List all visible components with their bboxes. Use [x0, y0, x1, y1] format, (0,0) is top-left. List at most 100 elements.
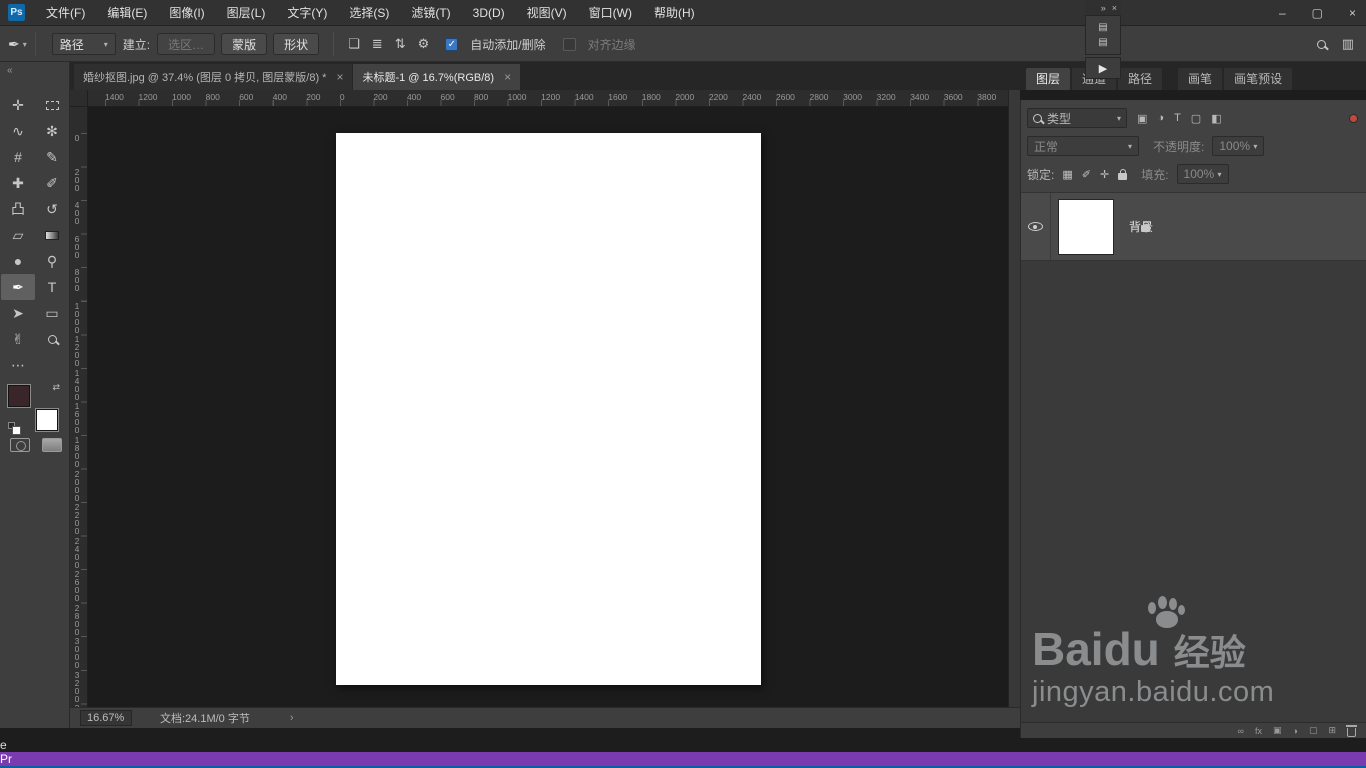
gradient-tool[interactable]: [35, 222, 69, 248]
filter-shape-layers-icon[interactable]: ▢: [1191, 112, 1201, 125]
swap-colors-icon[interactable]: ⇄: [52, 382, 60, 393]
document-tab-1[interactable]: 婚纱抠图.jpg @ 37.4% (图层 0 拷贝, 图层蒙版/8) * ×: [74, 64, 353, 90]
history-brush-tool[interactable]: ↺: [35, 196, 69, 222]
search-icon[interactable]: [1316, 39, 1326, 49]
filter-smart-objects-icon[interactable]: ◧: [1211, 112, 1221, 125]
selection-button[interactable]: 选区…: [157, 33, 216, 55]
menu-layer[interactable]: 图层(L): [216, 0, 277, 26]
opacity-field[interactable]: 100% ▾: [1212, 136, 1265, 156]
layer-effects-icon[interactable]: fx: [1255, 726, 1262, 736]
adjustment-layer-icon[interactable]: ◑: [1293, 726, 1298, 736]
marquee-tool[interactable]: [35, 92, 69, 118]
document-tab-2[interactable]: 未标题-1 @ 16.7%(RGB/8) ×: [353, 64, 521, 90]
type-tool[interactable]: T: [35, 274, 69, 300]
crop-tool[interactable]: #: [1, 144, 35, 170]
link-layers-icon[interactable]: ∞: [1238, 726, 1244, 736]
ruler-label: 600: [239, 92, 254, 102]
eyedropper-tool[interactable]: ✎: [35, 144, 69, 170]
shape-button[interactable]: 形状: [273, 33, 320, 55]
background-color-swatch[interactable]: [36, 409, 58, 431]
workspace-switch-icon[interactable]: ▥: [1342, 36, 1354, 52]
fill-field[interactable]: 100% ▾: [1176, 164, 1229, 184]
canvas-area[interactable]: [88, 107, 1008, 707]
default-colors-icon[interactable]: [8, 422, 21, 435]
vertical-scrollbar[interactable]: [1008, 90, 1020, 728]
quick-selection-tool[interactable]: ✻: [35, 118, 69, 144]
menu-type[interactable]: 文字(Y): [276, 0, 338, 26]
more-tools[interactable]: ⋯: [1, 352, 35, 378]
filter-adjustment-layers-icon[interactable]: ◑: [1157, 112, 1164, 124]
lock-all-icon[interactable]: [1118, 168, 1128, 180]
menu-filter[interactable]: 滤镜(T): [400, 0, 461, 26]
layer-thumbnail[interactable]: [1059, 199, 1113, 254]
auto-add-delete-checkbox[interactable]: ✓ 自动添加/删除: [445, 36, 552, 53]
menu-view[interactable]: 视图(V): [516, 0, 578, 26]
zoom-tool[interactable]: [35, 326, 69, 352]
lasso-tool[interactable]: ∿: [1, 118, 35, 144]
healing-brush-tool[interactable]: ✚: [1, 170, 35, 196]
taskbar-premiere[interactable]: Pr: [0, 752, 1366, 766]
path-operations-icon[interactable]: ❏: [348, 36, 360, 52]
toolbar-collapse-icon[interactable]: «: [7, 65, 12, 76]
menu-edit[interactable]: 编辑(E): [96, 0, 158, 26]
tab-close-icon[interactable]: ×: [336, 70, 343, 84]
menu-window[interactable]: 窗口(W): [578, 0, 643, 26]
filter-pixel-layers-icon[interactable]: ▣: [1137, 112, 1147, 125]
layer-row[interactable]: 背景: [1021, 193, 1366, 261]
menu-image[interactable]: 图像(I): [158, 0, 215, 26]
shape-tool[interactable]: ▭: [35, 300, 69, 326]
restore-button[interactable]: ▢: [1312, 6, 1323, 20]
pick-mode-select[interactable]: 路径 ▾: [51, 33, 116, 55]
filter-switch[interactable]: [1349, 113, 1358, 123]
collapse-panel-icon[interactable]: »: [1101, 3, 1106, 13]
pen-tool[interactable]: ✒: [1, 274, 35, 300]
clone-stamp-tool[interactable]: 凸: [1, 196, 35, 222]
lock-pixels-icon[interactable]: ✐: [1082, 168, 1091, 181]
panel-icon-1[interactable]: ▤: [1098, 22, 1107, 33]
quick-mask-button[interactable]: [10, 438, 30, 452]
filter-type-layers-icon[interactable]: T: [1174, 112, 1181, 124]
move-tool[interactable]: ✛: [1, 92, 35, 118]
filter-kind-select[interactable]: 类型 ▾: [1027, 108, 1127, 128]
menu-3d[interactable]: 3D(D): [462, 0, 516, 26]
foreground-color-swatch[interactable]: [8, 385, 30, 407]
layer-group-icon[interactable]: ▢: [1309, 725, 1318, 736]
taskbar-ie[interactable]: e: [0, 738, 1366, 752]
status-chevron-icon[interactable]: ›: [290, 712, 294, 724]
eraser-tool[interactable]: ▱: [1, 222, 35, 248]
screen-mode-button[interactable]: [42, 438, 62, 452]
mask-button[interactable]: 蒙版: [221, 33, 268, 55]
current-tool-icon[interactable]: ✒: [8, 36, 20, 53]
delete-layer-icon[interactable]: [1346, 724, 1357, 737]
dodge-tool[interactable]: ⚲: [35, 248, 69, 274]
lock-position-icon[interactable]: ✛: [1100, 168, 1109, 181]
menu-select[interactable]: 选择(S): [338, 0, 400, 26]
document-canvas[interactable]: [336, 133, 761, 685]
blur-tool[interactable]: ●: [1, 248, 35, 274]
lock-transparent-icon[interactable]: ▦: [1062, 168, 1072, 181]
panel-tab-paths[interactable]: 路径: [1118, 68, 1163, 90]
layer-visibility-toggle[interactable]: [1021, 193, 1051, 260]
align-edges-checkbox[interactable]: 对齐边缘: [562, 36, 643, 53]
panel-tab-layers[interactable]: 图层: [1026, 68, 1071, 90]
close-panel-icon[interactable]: ×: [1112, 3, 1117, 13]
menu-help[interactable]: 帮助(H): [643, 0, 706, 26]
new-layer-icon[interactable]: ⊞: [1328, 725, 1336, 736]
brush-tool[interactable]: ✐: [35, 170, 69, 196]
play-action-button[interactable]: ▶: [1085, 57, 1121, 79]
panel-tab-brush-presets[interactable]: 画笔预设: [1224, 68, 1293, 90]
layer-mask-icon[interactable]: ▣: [1273, 725, 1282, 736]
menu-file[interactable]: 文件(F): [35, 0, 96, 26]
path-arrange-icon[interactable]: ⇅: [395, 36, 406, 52]
close-button[interactable]: ×: [1349, 6, 1356, 20]
zoom-level-field[interactable]: 16.67%: [80, 710, 132, 726]
panel-icon-2[interactable]: ▤: [1098, 37, 1107, 48]
panel-tab-brush[interactable]: 画笔: [1178, 68, 1223, 90]
gear-icon[interactable]: ⚙: [418, 36, 430, 52]
path-selection-tool[interactable]: ➤: [1, 300, 35, 326]
minimize-button[interactable]: –: [1279, 6, 1286, 20]
hand-tool[interactable]: ✌: [1, 326, 35, 352]
path-alignment-icon[interactable]: ≣: [372, 36, 383, 52]
blend-mode-select[interactable]: 正常 ▾: [1027, 136, 1139, 156]
tab-close-icon[interactable]: ×: [504, 70, 511, 84]
